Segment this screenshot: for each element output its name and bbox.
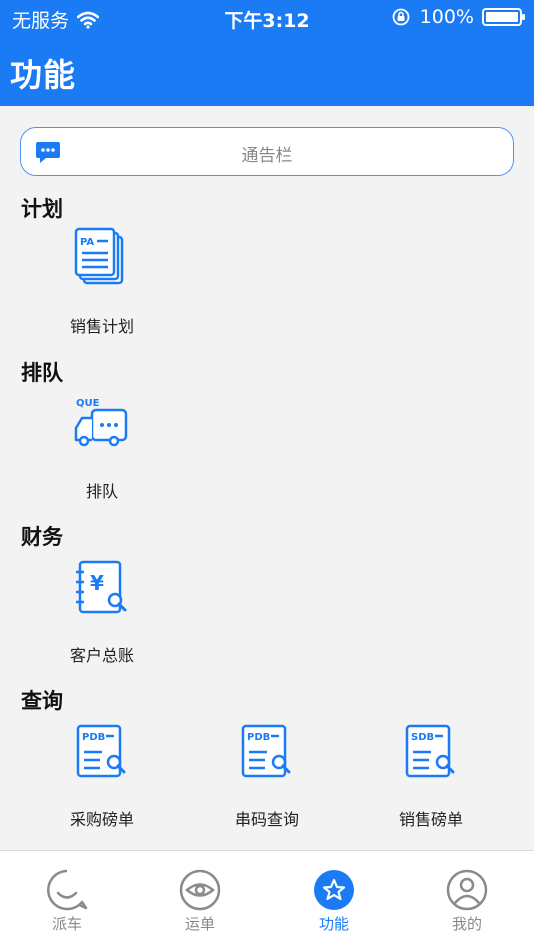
truck-queue-icon: QUE <box>74 398 128 447</box>
svg-text:¥: ¥ <box>90 571 104 595</box>
svg-text:PDB: PDB <box>82 732 105 743</box>
status-bar: 无服务 下午3:12 100% <box>0 0 534 34</box>
tab-label: 运单 <box>184 915 215 933</box>
battery-icon <box>482 8 525 26</box>
smile-bubble-icon <box>47 869 88 911</box>
tab-bar: 派车 运单 功能 我的 <box>0 850 534 950</box>
tile-label: 销售磅单 <box>398 810 463 829</box>
section-title-finance: 财务 <box>21 525 63 549</box>
section-title-query: 查询 <box>21 689 63 713</box>
tile-label: 销售计划 <box>69 317 134 336</box>
star-icon <box>314 870 354 910</box>
tab-label: 功能 <box>318 915 349 933</box>
tile-queue[interactable]: QUE 排队 <box>32 392 172 502</box>
tab-functions[interactable]: 功能 <box>284 869 384 934</box>
user-icon <box>446 869 488 911</box>
document-pa-icon: PA <box>74 227 124 285</box>
notice-text: 通告栏 <box>241 146 293 166</box>
ledger-yen-icon: ¥ <box>76 560 127 614</box>
pdb-search-icon: PDB <box>76 724 126 778</box>
tab-waybill[interactable]: 运单 <box>150 869 250 934</box>
section-title-plan: 计划 <box>21 197 63 221</box>
tile-serial-query[interactable]: PDB 串码查询 <box>197 720 337 830</box>
pdb-search-icon: PDB <box>241 724 291 778</box>
battery-percent: 100% <box>419 6 474 28</box>
svg-text:PA: PA <box>80 237 94 248</box>
svg-text:PDB: PDB <box>247 732 270 743</box>
tile-label: 排队 <box>85 482 118 501</box>
orientation-lock-icon <box>392 8 410 26</box>
notice-bar[interactable]: 通告栏 <box>20 127 514 176</box>
top-bar: 无服务 下午3:12 100% 功能 <box>0 0 534 106</box>
tile-label: 采购磅单 <box>69 810 134 829</box>
svg-text:QUE: QUE <box>76 398 100 409</box>
tile-purchase-weighbill[interactable]: PDB 采购磅单 <box>32 720 172 830</box>
eye-icon <box>179 869 221 911</box>
tab-label: 派车 <box>51 915 82 933</box>
page-title: 功能 <box>10 56 77 94</box>
tile-label: 串码查询 <box>234 810 299 829</box>
tile-sales-weighbill[interactable]: SDB 销售磅单 <box>361 720 501 830</box>
svg-text:SDB: SDB <box>411 732 434 743</box>
tile-label: 客户总账 <box>69 646 134 665</box>
tile-sales-plan[interactable]: PA 销售计划 <box>32 227 172 337</box>
tab-label: 我的 <box>451 915 482 933</box>
section-title-queue: 排队 <box>21 361 63 385</box>
tile-customer-ledger[interactable]: ¥ 客户总账 <box>32 556 172 666</box>
sdb-search-icon: SDB <box>405 724 455 778</box>
tab-dispatch[interactable]: 派车 <box>17 869 117 934</box>
tab-mine[interactable]: 我的 <box>417 869 517 934</box>
